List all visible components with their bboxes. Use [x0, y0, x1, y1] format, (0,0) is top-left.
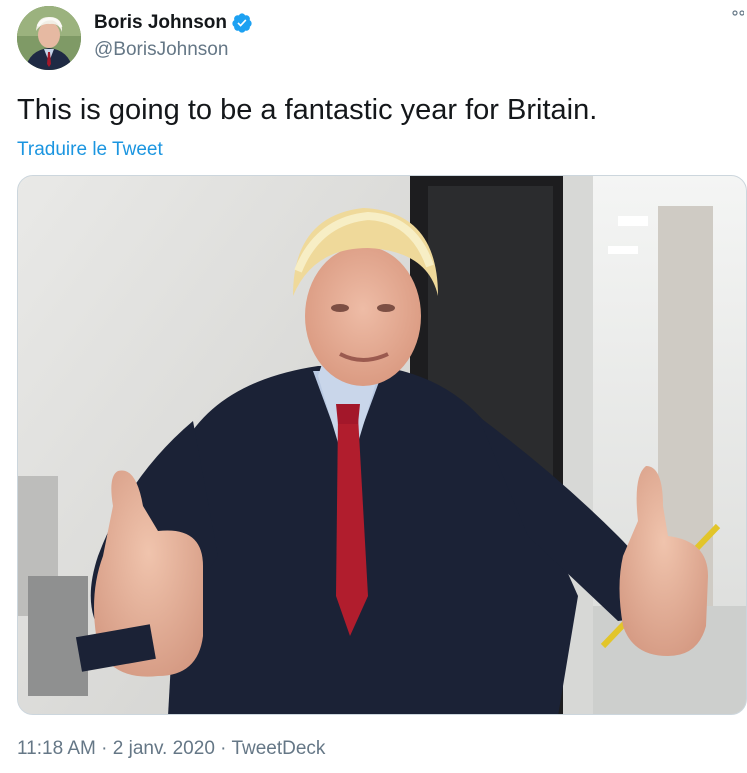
verified-badge-icon: [231, 12, 253, 34]
tweet-time[interactable]: 11:18 AM: [17, 738, 96, 759]
display-name[interactable]: Boris Johnson: [94, 11, 227, 35]
tweet-card: Boris Johnson @BorisJohnson This is goin…: [0, 0, 747, 773]
tweet-source[interactable]: TweetDeck: [231, 738, 325, 759]
avatar-image: [17, 6, 81, 70]
tweet-meta: 11:18 AM · 2 janv. 2020 · TweetDeck: [17, 737, 325, 761]
photo-image: [18, 176, 746, 714]
author-info[interactable]: Boris Johnson @BorisJohnson: [94, 11, 253, 62]
meta-separator-2: ·: [214, 738, 232, 759]
avatar[interactable]: [17, 6, 81, 70]
tweet-date[interactable]: 2 janv. 2020: [113, 738, 215, 759]
tweet-text: This is going to be a fantastic year for…: [17, 94, 598, 126]
name-row: Boris Johnson: [94, 11, 253, 35]
tweet-photo[interactable]: [17, 175, 747, 715]
translate-link[interactable]: Traduire le Tweet: [17, 138, 163, 162]
meta-separator-1: ·: [95, 738, 113, 759]
handle[interactable]: @BorisJohnson: [94, 38, 253, 62]
chevron-down-icon[interactable]: [732, 8, 744, 20]
